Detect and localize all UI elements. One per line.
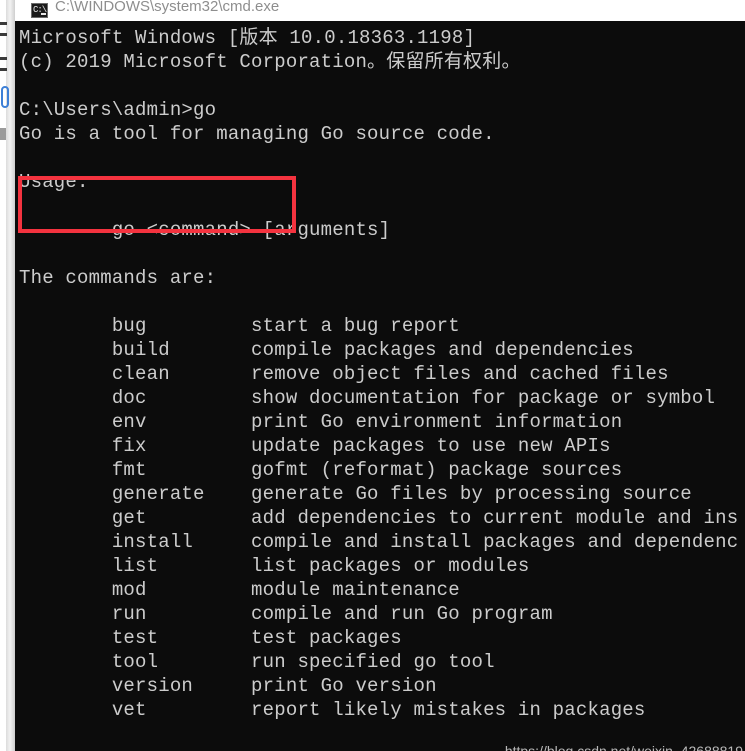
screenshot-root: C:\WINDOWS\system32\cmd.exe Microsoft Wi… bbox=[0, 0, 745, 751]
csdn-watermark: https://blog.csdn.net/weixin_42688819 bbox=[504, 743, 743, 751]
background-rule-line bbox=[0, 33, 7, 36]
background-rule-line bbox=[0, 57, 7, 60]
console-line: Microsoft Windows [版本 10.0.18363.1198] bbox=[19, 27, 476, 49]
console-line: doc show documentation for package or sy… bbox=[19, 387, 716, 409]
console-output: Microsoft Windows [版本 10.0.18363.1198] (c… bbox=[19, 26, 745, 722]
window-titlebar[interactable]: C:\WINDOWS\system32\cmd.exe bbox=[15, 0, 745, 21]
console-line: version print Go version bbox=[19, 675, 437, 697]
console-line: mod module maintenance bbox=[19, 579, 460, 601]
console-line: build compile packages and dependencies bbox=[19, 339, 634, 361]
console-line: get add dependencies to current module a… bbox=[19, 507, 739, 529]
console-line: Go is a tool for managing Go source code… bbox=[19, 123, 495, 145]
window-title: C:\WINDOWS\system32\cmd.exe bbox=[55, 0, 280, 15]
console-line: run compile and run Go program bbox=[19, 603, 553, 625]
console-line: fix update packages to use new APIs bbox=[19, 435, 611, 457]
console-line: env print Go environment information bbox=[19, 411, 623, 433]
background-rule-line bbox=[0, 22, 7, 25]
background-highlight-box bbox=[1, 86, 9, 108]
console-line: The commands are: bbox=[19, 267, 217, 289]
console-line: fmt gofmt (reformat) package sources bbox=[19, 459, 623, 481]
console-line: bug start a bug report bbox=[19, 315, 460, 337]
console-line: Usage: bbox=[19, 171, 89, 193]
console-line: C:\Users\admin>go bbox=[19, 99, 217, 121]
console-line: clean remove object files and cached fil… bbox=[19, 363, 669, 385]
console-line: tool run specified go tool bbox=[19, 651, 495, 673]
console-line: test test packages bbox=[19, 627, 402, 649]
console-line: (c) 2019 Microsoft Corporation。保留所有权利。 bbox=[19, 51, 521, 73]
console-icon bbox=[31, 3, 48, 18]
background-rule-line bbox=[0, 68, 7, 71]
console-line: install compile and install packages and… bbox=[19, 531, 739, 553]
background-marker-icon bbox=[0, 128, 6, 140]
console-client-area[interactable]: Microsoft Windows [版本 10.0.18363.1198] (c… bbox=[15, 21, 745, 751]
console-line: vet report likely mistakes in packages bbox=[19, 699, 646, 721]
background-scroll-strip[interactable] bbox=[6, 0, 15, 751]
console-line: go <command> [arguments] bbox=[19, 219, 391, 241]
console-line: generate generate Go files by processing… bbox=[19, 483, 692, 505]
console-line: list list packages or modules bbox=[19, 555, 530, 577]
